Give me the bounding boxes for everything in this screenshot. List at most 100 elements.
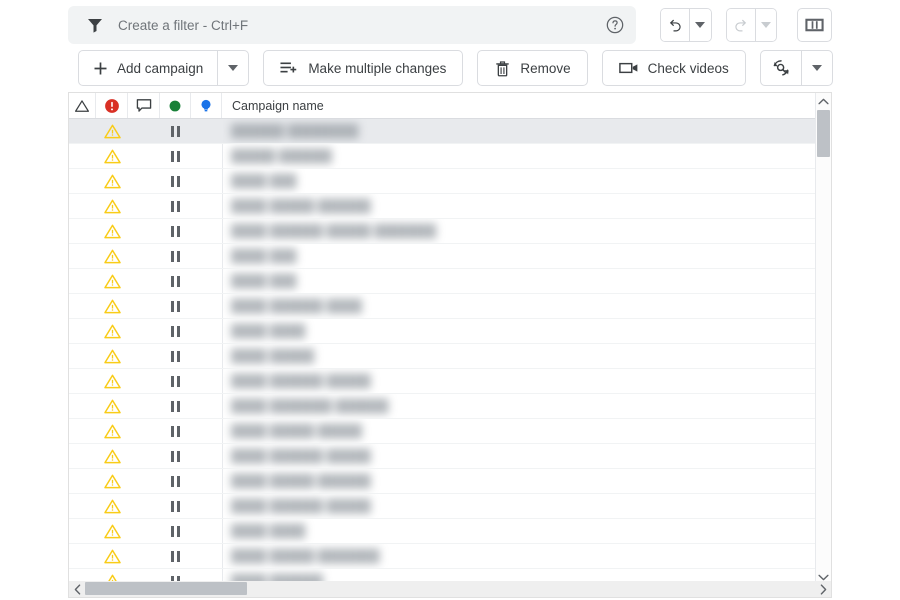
row-cell-recommendations[interactable] [191,369,222,393]
row-state-icon-cell[interactable] [160,544,191,568]
row-cell-notes[interactable] [128,494,160,518]
row-status-icon-cell[interactable] [96,494,128,518]
row-state-icon-cell[interactable] [160,144,191,168]
help-circle-icon[interactable] [602,12,628,38]
table-row[interactable]: ████ ██████ █████ [69,369,831,394]
row-cell-alerts[interactable] [69,119,96,143]
table-row[interactable]: ████ █████ ██████ [69,194,831,219]
row-status-icon-cell[interactable] [96,544,128,568]
table-row[interactable]: ████ ███ [69,269,831,294]
row-cell-campaign-name[interactable]: ████ ██████ █████ [222,444,831,468]
row-cell-recommendations[interactable] [191,244,222,268]
row-cell-recommendations[interactable] [191,169,222,193]
refresh-split-button[interactable] [759,50,833,86]
row-cell-campaign-name[interactable]: ██████ ████████ [222,119,831,143]
column-header-status[interactable] [160,93,191,118]
table-row[interactable]: ████ ██████ █████ ███████ [69,219,831,244]
scroll-right-button[interactable] [815,581,831,597]
horizontal-scroll-thumb[interactable] [85,582,247,595]
row-cell-notes[interactable] [128,269,160,293]
row-cell-recommendations[interactable] [191,469,222,493]
row-status-icon-cell[interactable] [96,294,128,318]
table-row[interactable]: ████ ████ [69,519,831,544]
undo-button[interactable] [661,9,690,41]
row-status-icon-cell[interactable] [96,519,128,543]
row-cell-campaign-name[interactable]: ████ █████ ██████ [222,469,831,493]
row-cell-alerts[interactable] [69,144,96,168]
filter-search-box[interactable] [68,6,636,44]
row-cell-campaign-name[interactable]: █████ ██████ [222,144,831,168]
row-status-icon-cell[interactable] [96,194,128,218]
row-cell-campaign-name[interactable]: ████ ██████ ████ [222,294,831,318]
row-state-icon-cell[interactable] [160,294,191,318]
row-state-icon-cell[interactable] [160,219,191,243]
refresh-dropdown-button[interactable] [800,51,832,85]
row-cell-notes[interactable] [128,519,160,543]
row-cell-notes[interactable] [128,469,160,493]
row-cell-alerts[interactable] [69,419,96,443]
row-status-icon-cell[interactable] [96,419,128,443]
row-cell-recommendations[interactable] [191,444,222,468]
row-cell-recommendations[interactable] [191,519,222,543]
row-cell-campaign-name[interactable]: ████ █████ █████ [222,419,831,443]
row-cell-alerts[interactable] [69,519,96,543]
row-cell-alerts[interactable] [69,544,96,568]
row-cell-recommendations[interactable] [191,419,222,443]
row-cell-notes[interactable] [128,544,160,568]
row-cell-alerts[interactable] [69,294,96,318]
row-status-icon-cell[interactable] [96,269,128,293]
row-cell-notes[interactable] [128,244,160,268]
horizontal-scroll-track[interactable] [85,581,815,597]
row-cell-notes[interactable] [128,194,160,218]
row-status-icon-cell[interactable] [96,244,128,268]
row-cell-recommendations[interactable] [191,319,222,343]
table-row[interactable]: ████ █████ [69,344,831,369]
row-cell-recommendations[interactable] [191,219,222,243]
table-row[interactable]: ████ ██████ █████ [69,494,831,519]
column-header-alerts[interactable] [69,93,96,118]
table-row[interactable]: ████ █████ ███████ [69,544,831,569]
row-state-icon-cell[interactable] [160,244,191,268]
table-row[interactable]: ████ ██████ █████ [69,444,831,469]
row-state-icon-cell[interactable] [160,494,191,518]
make-multiple-changes-button[interactable]: Make multiple changes [263,50,464,86]
add-campaign-button[interactable]: Add campaign [79,51,217,85]
table-row[interactable]: ████ █████ ██████ [69,469,831,494]
row-cell-notes[interactable] [128,419,160,443]
add-campaign-split-button[interactable]: Add campaign [78,50,250,86]
row-cell-notes[interactable] [128,169,160,193]
row-status-icon-cell[interactable] [96,394,128,418]
row-cell-alerts[interactable] [69,319,96,343]
row-cell-alerts[interactable] [69,494,96,518]
row-cell-alerts[interactable] [69,244,96,268]
row-cell-notes[interactable] [128,344,160,368]
row-state-icon-cell[interactable] [160,369,191,393]
row-cell-campaign-name[interactable]: ████ ████ [222,319,831,343]
row-cell-campaign-name[interactable]: ████ █████ ███████ [222,544,831,568]
row-status-icon-cell[interactable] [96,369,128,393]
row-cell-campaign-name[interactable]: ████ ██████ █████ [222,369,831,393]
row-cell-notes[interactable] [128,294,160,318]
row-status-icon-cell[interactable] [96,444,128,468]
remove-button[interactable]: Remove [477,50,588,86]
row-status-icon-cell[interactable] [96,119,128,143]
row-cell-recommendations[interactable] [191,294,222,318]
row-cell-recommendations[interactable] [191,344,222,368]
check-videos-button[interactable]: Check videos [601,50,746,86]
row-cell-notes[interactable] [128,219,160,243]
row-cell-recommendations[interactable] [191,494,222,518]
row-cell-alerts[interactable] [69,469,96,493]
row-cell-notes[interactable] [128,394,160,418]
table-row[interactable]: ████ █████ █████ [69,419,831,444]
row-status-icon-cell[interactable] [96,319,128,343]
filter-input[interactable] [104,6,602,44]
row-status-icon-cell[interactable] [96,144,128,168]
row-cell-alerts[interactable] [69,369,96,393]
row-state-icon-cell[interactable] [160,469,191,493]
scroll-up-button[interactable] [816,93,831,110]
scroll-left-button[interactable] [69,581,85,597]
row-state-icon-cell[interactable] [160,519,191,543]
row-cell-campaign-name[interactable]: ████ ██████ █████ [222,494,831,518]
row-status-icon-cell[interactable] [96,219,128,243]
row-cell-recommendations[interactable] [191,144,222,168]
